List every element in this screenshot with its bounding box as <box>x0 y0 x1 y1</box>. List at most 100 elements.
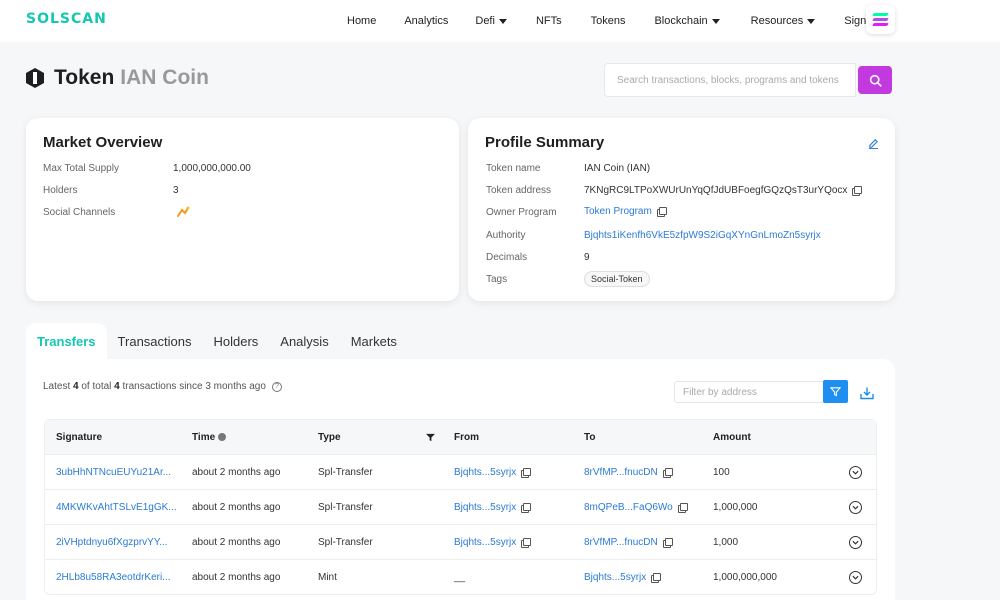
tags-row: Tags <box>486 272 507 286</box>
social-row: Social Channels <box>43 205 115 219</box>
to-cell: 8rVfMP...fnucDN <box>584 525 673 559</box>
token-tabs: Transfers Transactions Holders Analysis … <box>26 323 408 359</box>
holders-value: 3 <box>173 184 179 196</box>
copy-icon[interactable] <box>651 572 662 583</box>
copy-icon[interactable] <box>852 185 863 196</box>
type-filter-icon[interactable] <box>426 433 435 442</box>
solana-logo-icon <box>872 23 889 26</box>
nav-defi[interactable]: Defi <box>475 15 507 27</box>
token-name-value-row: IAN Coin (IAN) <box>584 161 650 175</box>
token-address-value: 7KNgRC9LTPoXWUrUnYqQfJdUBFoegfGQzQsT3urY… <box>584 184 848 196</box>
token-name-label: Token name <box>486 162 541 174</box>
expand-chevron-icon[interactable] <box>849 465 862 479</box>
social-link-icon[interactable] <box>176 206 190 218</box>
transfers-summary: Latest 4 of total 4 transactions since 3… <box>43 381 282 392</box>
tab-markets[interactable]: Markets <box>340 323 408 359</box>
tab-transfers[interactable]: Transfers <box>26 323 107 359</box>
nav-analytics-label: Analytics <box>404 15 449 27</box>
time-cell: about 2 months ago <box>192 571 281 583</box>
summary-prefix: Latest <box>43 381 74 392</box>
authority-row: Authority <box>486 228 525 242</box>
owner-program-row: Owner Program <box>486 205 557 219</box>
expand-cell <box>849 560 862 594</box>
decimals-label: Decimals <box>486 251 528 263</box>
solscan-logo[interactable]: SOLSCAN <box>26 11 107 27</box>
table-row: 3ubHhNTNcuEUYu21Ar... about 2 months ago… <box>45 454 876 489</box>
token-address-row: Token address <box>486 183 551 197</box>
copy-icon[interactable] <box>521 537 532 548</box>
col-from: From <box>454 431 479 443</box>
expand-cell <box>849 490 862 524</box>
token-hex-icon <box>26 68 44 88</box>
nav-resources[interactable]: Resources <box>751 15 816 27</box>
token-name-value: IAN Coin (IAN) <box>584 162 651 174</box>
download-icon[interactable] <box>860 386 874 400</box>
to-address-link[interactable]: 8rVfMP...fnucDN <box>584 467 658 478</box>
help-icon[interactable]: ? <box>271 381 282 392</box>
signature-link[interactable]: 3ubHhNTNcuEUYu21Ar... <box>56 455 171 489</box>
type-cell: Mint <box>318 571 337 583</box>
clock-icon[interactable] <box>218 433 227 441</box>
to-address-link[interactable]: 8mQPeB...FaQ6Wo <box>584 502 673 513</box>
search-input[interactable] <box>604 63 856 97</box>
col-amount: Amount <box>713 431 751 443</box>
filter-address-input[interactable] <box>674 381 824 403</box>
authority-value-row: Bjqhts1iKenfh6VkE5zfpW9S2iGqXYnGnLmoZn5s… <box>584 228 821 242</box>
nav-home-label: Home <box>347 15 377 27</box>
holders-value-row: 3 <box>173 183 179 197</box>
tab-holders[interactable]: Holders <box>202 323 269 359</box>
to-address-link[interactable]: Bjqhts...5syrjx <box>584 572 646 583</box>
signature-link[interactable]: 2iVHptdnyu6fXgzprvYY... <box>56 525 168 559</box>
from-address-link[interactable]: Bjqhts...5syrjx <box>454 502 516 513</box>
max-supply-value: 1,000,000,000.00 <box>173 162 251 174</box>
nav-nfts[interactable]: NFTs <box>536 15 562 27</box>
signature-link[interactable]: 4MKWKvAhtTSLvE1gGK... <box>56 490 177 524</box>
decimals-value-row: 9 <box>584 250 590 264</box>
table-row: 4MKWKvAhtTSLvE1gGK... about 2 months ago… <box>45 489 876 524</box>
page-title-token-name: IAN Coin <box>120 66 209 89</box>
nav-home[interactable]: Home <box>347 15 376 27</box>
owner-program-link[interactable]: Token Program <box>584 206 652 217</box>
from-address-link[interactable]: Bjqhts...5syrjx <box>454 467 516 478</box>
copy-icon[interactable] <box>521 502 532 513</box>
nav-analytics[interactable]: Analytics <box>404 15 448 27</box>
max-supply-row: Max Total Supply <box>43 161 119 175</box>
token-address-value-row: 7KNgRC9LTPoXWUrUnYqQfJdUBFoegfGQzQsT3urY… <box>584 183 863 197</box>
expand-chevron-icon[interactable] <box>849 570 862 584</box>
tag-badge[interactable]: Social-Token <box>584 271 650 287</box>
token-name-row: Token name <box>486 161 540 175</box>
tab-transactions[interactable]: Transactions <box>107 323 203 359</box>
tags-value-row: Social-Token <box>584 271 650 287</box>
from-address-link[interactable]: Bjqhts...5syrjx <box>454 537 516 548</box>
table-row: 2HLb8u58RA3eotdrKeri... about 2 months a… <box>45 559 876 594</box>
edit-icon[interactable] <box>868 138 879 149</box>
copy-icon[interactable] <box>677 502 688 513</box>
type-cell: Spl-Transfer <box>318 536 373 548</box>
tab-analysis[interactable]: Analysis <box>269 323 339 359</box>
nav-defi-label: Defi <box>475 15 495 27</box>
copy-icon[interactable] <box>521 467 532 478</box>
transfers-table: Signature Time Type From To Amount 3ubHh… <box>44 419 877 595</box>
expand-chevron-icon[interactable] <box>849 535 862 549</box>
nav-blockchain[interactable]: Blockchain <box>654 15 720 27</box>
solana-network-button[interactable] <box>866 5 895 34</box>
nav-tokens[interactable]: Tokens <box>591 15 626 27</box>
col-type: Type <box>318 431 341 443</box>
copy-icon[interactable] <box>662 467 673 478</box>
signature-link[interactable]: 2HLb8u58RA3eotdrKeri... <box>56 560 171 594</box>
from-cell: Bjqhts...5syrjx <box>454 490 532 524</box>
owner-program-label: Owner Program <box>486 206 557 218</box>
search-button[interactable] <box>858 66 892 94</box>
solana-logo-icon <box>872 13 889 16</box>
col-time-label: Time <box>192 431 216 443</box>
filter-button[interactable] <box>823 380 848 403</box>
copy-icon[interactable] <box>656 206 667 217</box>
summary-suffix: transactions since 3 months ago <box>119 381 266 392</box>
nav-links: Home Analytics Defi NFTs Tokens Blockcha… <box>347 0 878 42</box>
from-cell: Bjqhts...5syrjx <box>454 525 532 559</box>
nav-nfts-label: NFTs <box>535 15 562 27</box>
copy-icon[interactable] <box>662 537 673 548</box>
expand-chevron-icon[interactable] <box>849 500 862 514</box>
to-address-link[interactable]: 8rVfMP...fnucDN <box>584 537 658 548</box>
authority-link[interactable]: Bjqhts1iKenfh6VkE5zfpW9S2iGqXYnGnLmoZn5s… <box>584 230 821 241</box>
